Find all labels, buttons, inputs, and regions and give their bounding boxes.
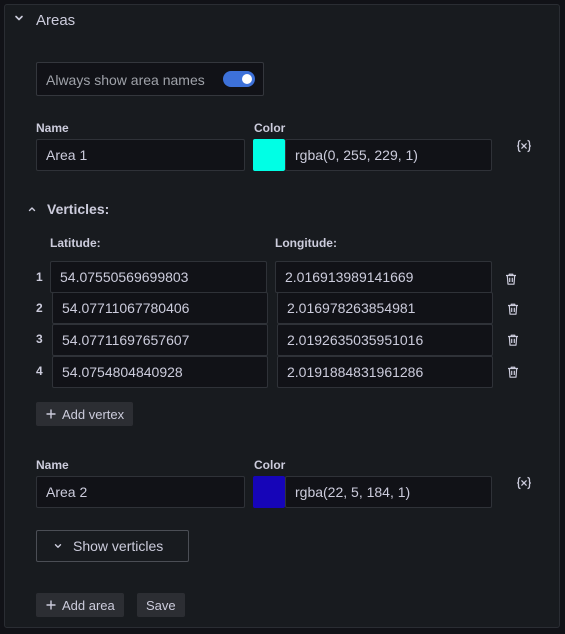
area-1-name-input[interactable]: Area 1 xyxy=(36,139,245,171)
add-vertex-label: Add vertex xyxy=(62,406,125,422)
trash-icon[interactable] xyxy=(506,302,520,316)
add-area-button[interactable]: Add area xyxy=(36,593,124,617)
vertex-number: 3 xyxy=(36,332,43,346)
toggle-label: Always show area names xyxy=(46,72,205,88)
show-verticles-button[interactable]: Show verticles xyxy=(36,530,189,562)
area-1-color-swatch[interactable] xyxy=(253,139,285,171)
switch-knob xyxy=(242,74,252,84)
vertex-longitude-input[interactable]: 2.0192635035951016 xyxy=(277,324,493,356)
verticles-title[interactable]: Verticles: xyxy=(47,201,109,217)
vertex-latitude-input[interactable]: 54.07550569699803 xyxy=(50,261,267,293)
latitude-label: Latitude: xyxy=(50,236,101,250)
vertex-longitude-input[interactable]: 2.016978263854981 xyxy=(277,292,493,324)
trash-icon[interactable] xyxy=(506,365,520,379)
plus-icon xyxy=(46,409,56,419)
area-2-color-input[interactable]: rgba(22, 5, 184, 1) xyxy=(285,476,492,508)
trash-icon[interactable] xyxy=(506,333,520,347)
vertex-latitude-input[interactable]: 54.07711697657607 xyxy=(52,324,268,356)
always-show-names-toggle-row: Always show area names xyxy=(36,62,264,96)
remove-area-2-icon[interactable] xyxy=(516,475,532,491)
vertex-number: 2 xyxy=(36,301,43,315)
add-area-label: Add area xyxy=(62,597,115,613)
area-1-color-input[interactable]: rgba(0, 255, 229, 1) xyxy=(285,139,492,171)
area-1-color-label: Color xyxy=(254,121,286,135)
area-2-name-input[interactable]: Area 2 xyxy=(36,476,245,508)
section-title[interactable]: Areas xyxy=(36,12,75,29)
always-show-names-switch[interactable] xyxy=(223,71,255,87)
vertex-longitude-input[interactable]: 2.0191884831961286 xyxy=(277,356,493,388)
save-label: Save xyxy=(146,597,176,613)
remove-area-1-icon[interactable] xyxy=(516,138,532,154)
chevron-down-icon[interactable] xyxy=(13,12,25,24)
trash-icon[interactable] xyxy=(504,272,518,286)
vertex-latitude-input[interactable]: 54.0754804840928 xyxy=(52,356,268,388)
show-verticles-label: Show verticles xyxy=(73,538,164,554)
area-2-color-swatch[interactable] xyxy=(253,476,285,508)
area-2-color-label: Color xyxy=(254,458,286,472)
vertex-number: 4 xyxy=(36,364,43,378)
area-2-name-label: Name xyxy=(36,458,69,472)
vertex-number: 1 xyxy=(36,270,43,284)
vertex-longitude-input[interactable]: 2.016913989141669 xyxy=(275,261,492,293)
plus-icon xyxy=(46,600,56,610)
area-1-name-label: Name xyxy=(36,121,69,135)
vertex-latitude-input[interactable]: 54.07711067780406 xyxy=(52,292,268,324)
chevron-up-icon[interactable] xyxy=(27,204,37,214)
chevron-down-icon xyxy=(54,544,62,548)
longitude-label: Longitude: xyxy=(275,236,337,250)
add-vertex-button[interactable]: Add vertex xyxy=(36,402,134,426)
save-button[interactable]: Save xyxy=(137,593,185,617)
